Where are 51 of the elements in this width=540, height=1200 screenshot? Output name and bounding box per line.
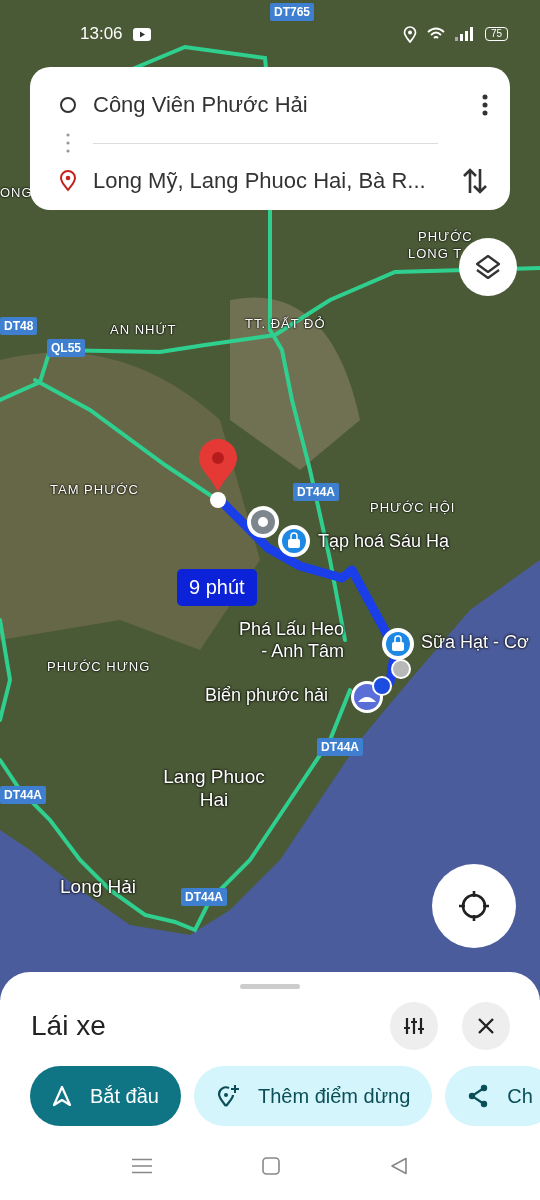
wifi-icon [426,27,445,41]
area-name-label: TT. ĐẤT ĐỎ [245,316,326,331]
menu-icon[interactable] [132,1158,152,1174]
sliders-icon [403,1016,425,1036]
road-number-label: DT765 [270,3,315,21]
town-name-label: Long Hải [60,876,137,898]
dotted-connector-icon [66,133,70,153]
area-name-label: AN NHỨT [110,322,177,337]
more-options-icon[interactable] [482,94,488,116]
back-icon[interactable] [390,1157,408,1175]
route-duration-label[interactable]: 9 phút [177,569,257,606]
town-name-label: Lang Phuoc Hai [162,766,266,812]
origin-circle-icon [58,96,78,114]
area-name-label: PHƯỚC [418,229,473,244]
destination-field[interactable]: Long Mỹ, Lang Phuoc Hai, Bà R... [93,168,454,194]
swap-icon[interactable] [462,167,488,195]
home-icon[interactable] [262,1157,280,1175]
add-stop-pin-icon [215,1084,240,1108]
close-button[interactable] [462,1002,510,1050]
location-icon [402,25,417,43]
place-name-label[interactable]: Sữa Hạt - Cơ [421,632,529,653]
pin-icon[interactable] [247,506,279,538]
area-name-label: PHƯỚC HỘI [370,500,456,515]
battery-icon: 75 [484,27,508,41]
destination-pin-icon [58,170,78,192]
road-number-label: DT44A [0,786,46,804]
drag-handle[interactable] [240,984,300,989]
share-button[interactable]: Ch [445,1066,540,1126]
add-stop-button[interactable]: Thêm điểm dừng [193,1066,433,1126]
area-name-label: PHƯỚC HƯNG [47,659,151,674]
destination-pin-icon[interactable] [199,439,237,508]
crosshair-icon [457,889,491,923]
area-name-label: LONG T [408,246,463,261]
navigation-arrow-icon [52,1085,72,1107]
clock-time: 13:06 [80,24,123,44]
signal-icon [454,27,475,41]
road-number-label: QL55 [47,339,85,357]
route-options-button[interactable] [390,1002,438,1050]
share-icon [467,1084,490,1108]
place-name-label[interactable]: Biển phước hải [205,685,328,706]
start-button[interactable]: Bắt đầu [30,1066,181,1126]
close-icon [477,1017,495,1035]
area-name-label: ONG [0,185,33,200]
road-number-label: DT44A [293,483,339,501]
road-number-label: DT48 [0,317,38,335]
sheet-title: Lái xe [31,1010,107,1042]
layers-icon [474,253,502,281]
road-number-label: DT44A [317,738,363,756]
road-number-label: DT44A [181,888,227,906]
origin-field[interactable]: Công Viên Phước Hải [93,92,474,118]
area-name-label: TAM PHƯỚC [50,482,139,497]
